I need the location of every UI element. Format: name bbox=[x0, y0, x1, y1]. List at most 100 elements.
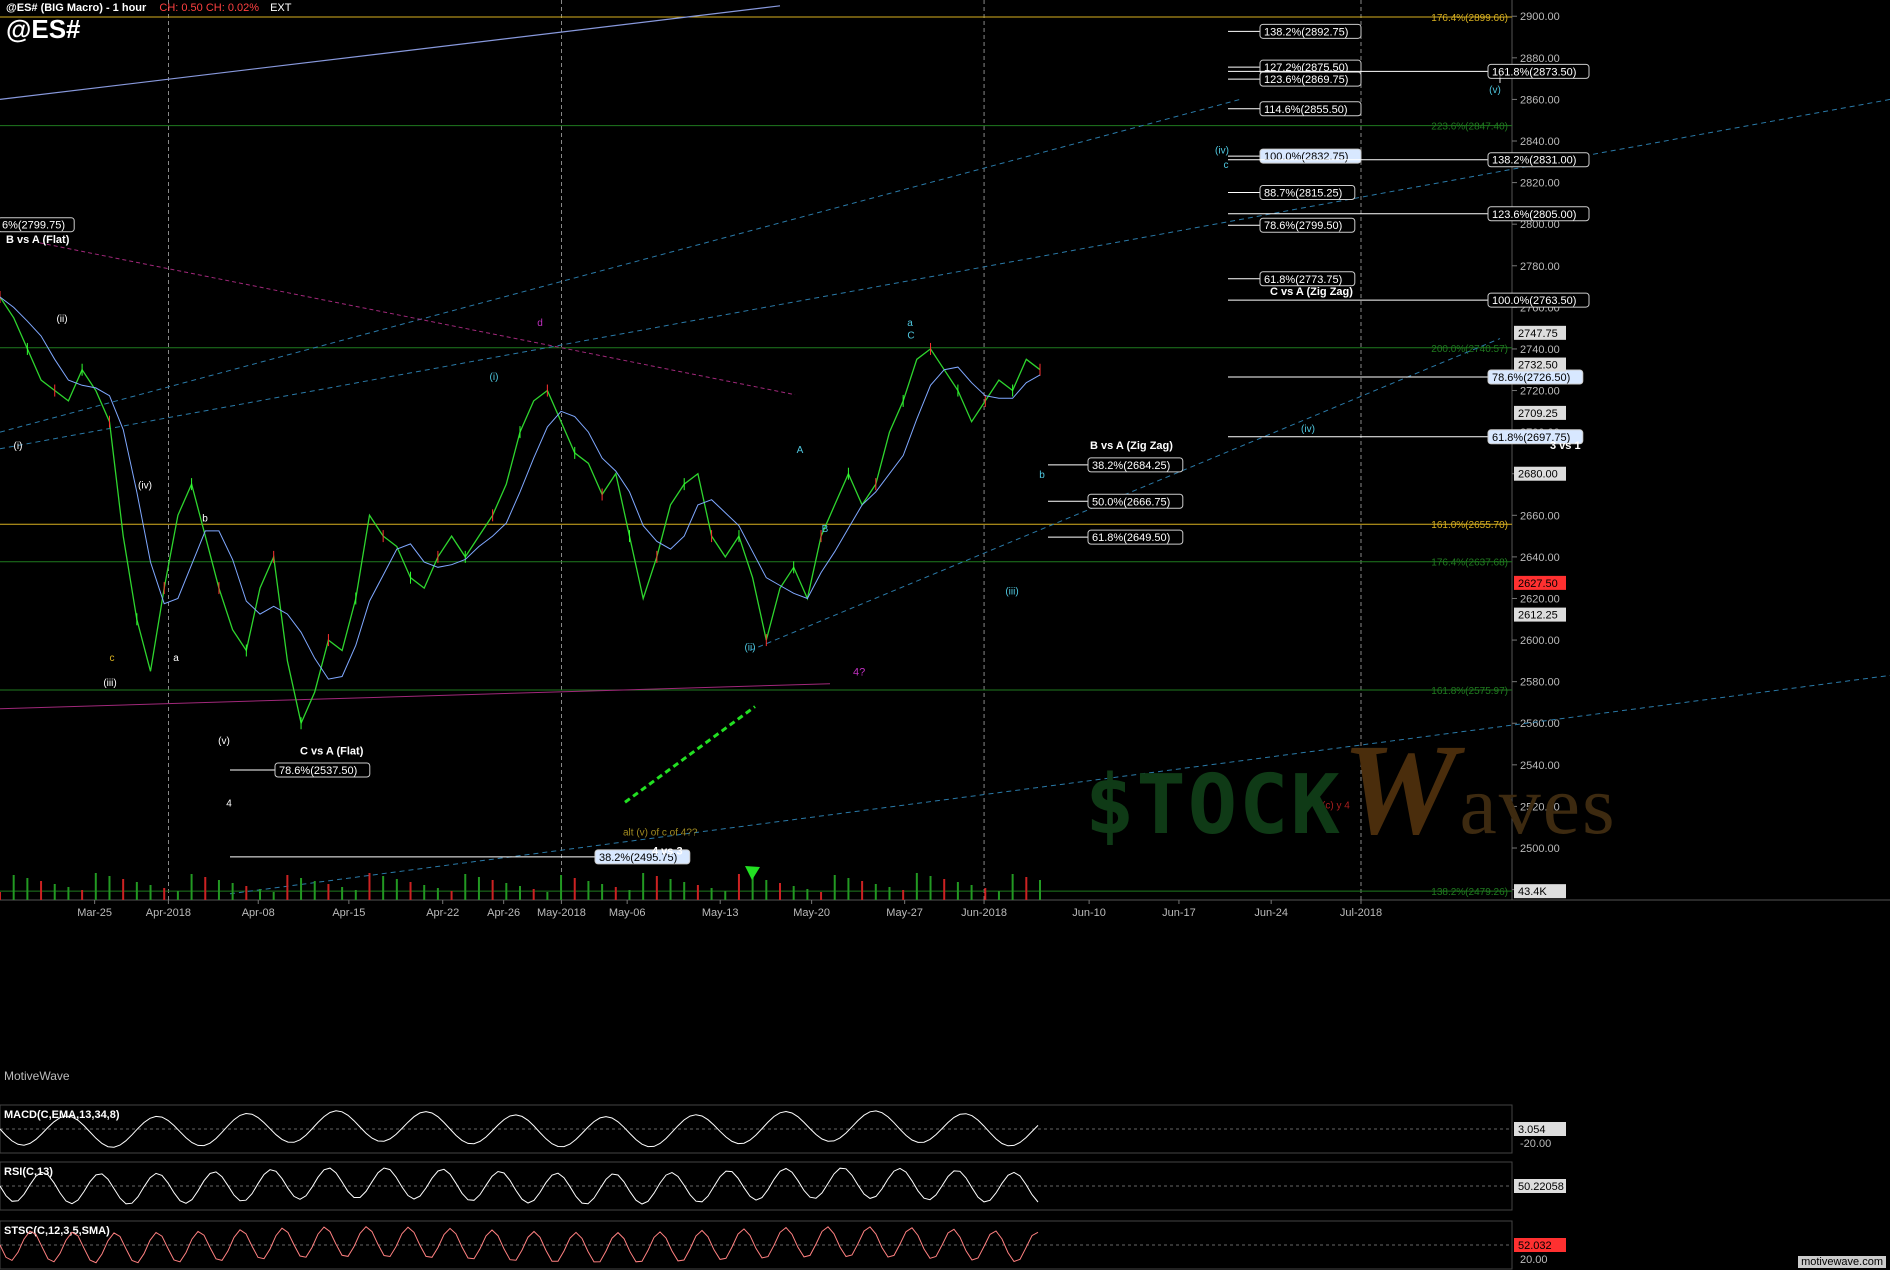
c-vs-a-flat-text: C vs A (Flat) bbox=[300, 745, 364, 757]
volume-bar bbox=[765, 880, 768, 900]
volume-bar bbox=[724, 891, 727, 900]
volume-bar bbox=[94, 873, 97, 900]
volume-bar bbox=[286, 875, 289, 900]
x-tick-label: Jun-24 bbox=[1254, 907, 1288, 919]
moving-average-line bbox=[0, 296, 1041, 680]
wave-label: b bbox=[1039, 470, 1045, 481]
x-tick-label: Jun-10 bbox=[1072, 907, 1106, 919]
volume-bar bbox=[984, 888, 987, 900]
y-tick-label: 2900.00 bbox=[1520, 11, 1560, 23]
volume-bar bbox=[560, 875, 563, 900]
volume-bar bbox=[683, 882, 686, 900]
volume-bar bbox=[464, 874, 467, 900]
fib-left-label: 138.2%(2892.75) bbox=[1264, 26, 1348, 38]
wave-label: a bbox=[907, 318, 913, 329]
wave-label: (ii) bbox=[56, 314, 67, 325]
volume-bar bbox=[587, 881, 590, 900]
volume-bar bbox=[956, 882, 959, 900]
indicator-value: 50.22058 bbox=[1518, 1181, 1564, 1193]
volume-bar bbox=[300, 878, 303, 900]
wave-label: (iv) bbox=[1215, 145, 1229, 156]
y-tick-label: 2840.00 bbox=[1520, 136, 1560, 148]
wave-label: B bbox=[822, 524, 829, 535]
x-tick-label: Jul-2018 bbox=[1340, 907, 1382, 919]
volume-bar bbox=[259, 889, 261, 900]
fib-topleft-label: 6%(2799.75) bbox=[2, 220, 65, 232]
wave-label: 4 bbox=[226, 798, 232, 809]
price-tag-label: 2709.25 bbox=[1518, 408, 1558, 420]
y-tick-label: 2640.00 bbox=[1520, 552, 1560, 564]
channel-line-lower bbox=[229, 674, 1890, 895]
x-tick-label: Jun-2018 bbox=[961, 907, 1007, 919]
volume-bar bbox=[81, 890, 84, 900]
wave-label: (i) bbox=[490, 372, 499, 383]
volume-bar bbox=[628, 890, 631, 900]
change-readout: CH: 0.50 CH: 0.02% bbox=[159, 2, 260, 14]
volume-bar bbox=[204, 877, 207, 900]
wave-label: A bbox=[797, 445, 804, 456]
fib-level-label: 176.4%(2899.66) bbox=[1431, 13, 1508, 24]
price-tag-label: 2747.75 bbox=[1518, 328, 1558, 340]
volume-bar bbox=[67, 887, 70, 900]
wave-label: a bbox=[173, 653, 179, 664]
volume-bar bbox=[779, 883, 781, 900]
fib-left-label: 61.8%(2773.75) bbox=[1264, 274, 1342, 286]
volume-bar bbox=[272, 892, 275, 900]
fib-left-label: 88.7%(2815.25) bbox=[1264, 187, 1342, 199]
volume-bar bbox=[341, 887, 344, 900]
volume-bar bbox=[163, 888, 166, 900]
y-tick-label: 2740.00 bbox=[1520, 344, 1560, 356]
volume-bar bbox=[655, 876, 658, 900]
volume-bar bbox=[861, 881, 864, 900]
motivewave-brand: MotiveWave bbox=[4, 1069, 70, 1083]
volume-bar bbox=[519, 886, 521, 900]
watermark-part-b: W bbox=[1341, 718, 1460, 862]
c-vs-a-zigzag-text: C vs A (Zig Zag) bbox=[1270, 286, 1353, 298]
fib-mid-label: 50.0%(2666.75) bbox=[1092, 496, 1170, 508]
volume-bar bbox=[532, 889, 535, 900]
x-tick-label: May-06 bbox=[609, 907, 646, 919]
watermark-part-c: aves bbox=[1459, 759, 1617, 852]
volume-bar bbox=[820, 892, 823, 900]
x-tick-label: Apr-2018 bbox=[146, 907, 191, 919]
volume-bar bbox=[737, 874, 740, 900]
fib-right-label: 100.0%(2763.50) bbox=[1492, 295, 1576, 307]
trend-arrow bbox=[624, 705, 756, 804]
volume-bar bbox=[806, 889, 809, 900]
volume-bar bbox=[26, 878, 29, 900]
volume-bar bbox=[573, 878, 576, 900]
volume-bar bbox=[546, 892, 549, 900]
volume-bar bbox=[505, 883, 508, 900]
fib-right-label: 161.8%(2873.50) bbox=[1492, 66, 1576, 78]
fib-level-label: 138.2%(2479.26) bbox=[1431, 887, 1508, 898]
volume-bar bbox=[710, 888, 713, 900]
fib-level-label: 223.6%(2847.40) bbox=[1431, 122, 1508, 133]
x-tick-label: Jun-17 bbox=[1162, 907, 1196, 919]
four-q-text: 4? bbox=[853, 666, 865, 678]
watermark-part-a: $TOCK bbox=[1085, 758, 1342, 853]
volume-bar bbox=[245, 886, 248, 900]
three-vs-one-text: 3 vs 1 bbox=[1550, 440, 1581, 452]
volume-bar bbox=[601, 884, 604, 900]
volume-bar bbox=[997, 891, 1000, 900]
wave-label: (iii) bbox=[103, 678, 116, 689]
price-tag-label: 2612.25 bbox=[1518, 610, 1558, 622]
volume-bar bbox=[833, 875, 836, 900]
volume-bar bbox=[354, 890, 357, 900]
y-tick-label: 2660.00 bbox=[1520, 510, 1560, 522]
volume-bar bbox=[847, 878, 850, 900]
volume-bar bbox=[176, 891, 179, 900]
x-tick-label: May-27 bbox=[886, 907, 923, 919]
volume-bar bbox=[40, 881, 43, 900]
volume-bar bbox=[12, 875, 15, 900]
price-chart[interactable]: 2480.002500.002520.002540.002560.002580.… bbox=[0, 0, 1890, 1270]
fib-level-label: 200.0%(2740.57) bbox=[1431, 344, 1508, 355]
volume-bar bbox=[915, 873, 918, 900]
volume-bar bbox=[929, 876, 932, 900]
channel-line-mid bbox=[0, 98, 1241, 433]
wave-label: C bbox=[907, 331, 914, 342]
wave-label: b bbox=[202, 514, 208, 525]
trend-arrow-head bbox=[745, 866, 760, 880]
chart-header: @ES# (BIG Macro) - 1 hour CH: 0.50 CH: 0… bbox=[6, 2, 292, 14]
volume-bar bbox=[1039, 880, 1041, 900]
